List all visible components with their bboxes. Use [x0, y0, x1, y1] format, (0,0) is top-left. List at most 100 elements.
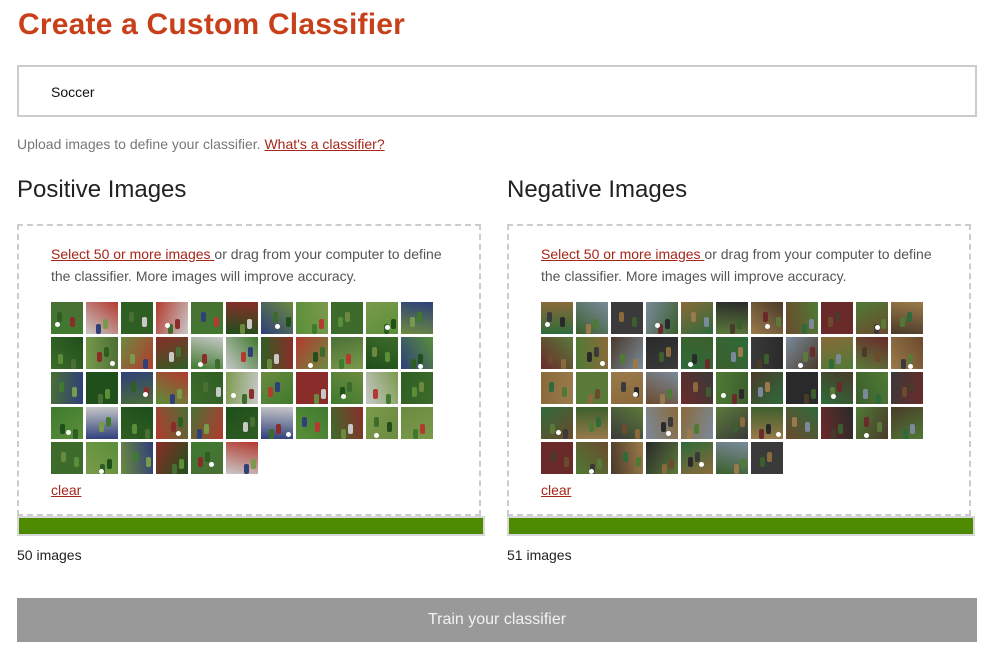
negative-thumbnail[interactable]	[751, 442, 783, 474]
negative-thumbnail[interactable]	[646, 442, 678, 474]
negative-dropzone[interactable]: Select 50 or more images or drag from yo…	[507, 224, 971, 516]
positive-thumbnail[interactable]	[156, 337, 188, 369]
positive-thumbnail[interactable]	[401, 337, 433, 369]
positive-thumbnail[interactable]	[296, 337, 328, 369]
negative-thumbnail[interactable]	[681, 302, 713, 334]
negative-thumbnail[interactable]	[646, 407, 678, 439]
positive-thumbnail[interactable]	[226, 372, 258, 404]
negative-thumbnail[interactable]	[611, 302, 643, 334]
positive-thumbnail[interactable]	[121, 302, 153, 334]
positive-thumbnail[interactable]	[191, 337, 223, 369]
positive-thumbnail[interactable]	[86, 337, 118, 369]
negative-thumbnail[interactable]	[541, 442, 573, 474]
positive-thumbnail[interactable]	[261, 302, 293, 334]
negative-thumbnail[interactable]	[786, 302, 818, 334]
negative-thumbnail[interactable]	[541, 337, 573, 369]
positive-thumbnail[interactable]	[226, 337, 258, 369]
negative-thumbnail[interactable]	[576, 407, 608, 439]
negative-thumbnail[interactable]	[646, 337, 678, 369]
negative-thumbnail[interactable]	[751, 407, 783, 439]
positive-thumbnail[interactable]	[121, 407, 153, 439]
positive-thumbnail[interactable]	[51, 337, 83, 369]
negative-thumbnail[interactable]	[856, 407, 888, 439]
negative-thumbnail[interactable]	[716, 372, 748, 404]
negative-thumbnail[interactable]	[541, 407, 573, 439]
negative-thumbnail[interactable]	[611, 407, 643, 439]
positive-thumbnail[interactable]	[296, 407, 328, 439]
negative-thumbnail[interactable]	[786, 337, 818, 369]
positive-thumbnail[interactable]	[51, 372, 83, 404]
positive-thumbnail[interactable]	[156, 442, 188, 474]
positive-thumbnail[interactable]	[121, 337, 153, 369]
positive-thumbnail[interactable]	[191, 442, 223, 474]
negative-thumbnail[interactable]	[646, 372, 678, 404]
train-classifier-button[interactable]: Train your classifier	[17, 598, 977, 642]
negative-thumbnail[interactable]	[821, 407, 853, 439]
negative-thumbnail[interactable]	[681, 442, 713, 474]
classifier-name-input[interactable]	[51, 81, 931, 103]
negative-thumbnail[interactable]	[681, 372, 713, 404]
negative-thumbnail[interactable]	[576, 337, 608, 369]
negative-thumbnail[interactable]	[856, 372, 888, 404]
positive-thumbnail[interactable]	[331, 372, 363, 404]
positive-thumbnail[interactable]	[51, 302, 83, 334]
negative-thumbnail[interactable]	[681, 407, 713, 439]
negative-thumbnail[interactable]	[576, 372, 608, 404]
positive-thumbnail[interactable]	[261, 337, 293, 369]
negative-thumbnail[interactable]	[541, 302, 573, 334]
negative-thumbnail[interactable]	[576, 442, 608, 474]
negative-thumbnail[interactable]	[716, 302, 748, 334]
negative-thumbnail[interactable]	[576, 302, 608, 334]
positive-thumbnail[interactable]	[366, 372, 398, 404]
negative-thumbnail[interactable]	[821, 337, 853, 369]
positive-dropzone[interactable]: Select 50 or more images or drag from yo…	[17, 224, 481, 516]
negative-thumbnail[interactable]	[856, 302, 888, 334]
classifier-name-field[interactable]	[17, 65, 977, 117]
positive-thumbnail[interactable]	[331, 407, 363, 439]
negative-clear-link[interactable]: clear	[541, 482, 571, 498]
positive-thumbnail[interactable]	[156, 302, 188, 334]
negative-thumbnail[interactable]	[891, 302, 923, 334]
negative-thumbnail[interactable]	[891, 337, 923, 369]
positive-thumbnail[interactable]	[261, 372, 293, 404]
negative-thumbnail[interactable]	[716, 442, 748, 474]
positive-thumbnail[interactable]	[51, 442, 83, 474]
positive-thumbnail[interactable]	[261, 407, 293, 439]
negative-thumbnail[interactable]	[751, 337, 783, 369]
negative-thumbnail[interactable]	[751, 372, 783, 404]
negative-thumbnail[interactable]	[611, 337, 643, 369]
positive-thumbnail[interactable]	[401, 302, 433, 334]
positive-thumbnail[interactable]	[401, 372, 433, 404]
negative-thumbnail[interactable]	[716, 337, 748, 369]
positive-thumbnail[interactable]	[191, 372, 223, 404]
positive-thumbnail[interactable]	[86, 302, 118, 334]
positive-thumbnail[interactable]	[226, 302, 258, 334]
negative-thumbnail[interactable]	[611, 442, 643, 474]
positive-thumbnail[interactable]	[296, 302, 328, 334]
positive-thumbnail[interactable]	[191, 407, 223, 439]
negative-select-images-link[interactable]: Select 50 or more images	[541, 246, 704, 262]
negative-thumbnail[interactable]	[716, 407, 748, 439]
positive-select-images-link[interactable]: Select 50 or more images	[51, 246, 214, 262]
negative-thumbnail[interactable]	[786, 372, 818, 404]
positive-thumbnail[interactable]	[191, 302, 223, 334]
positive-thumbnail[interactable]	[331, 337, 363, 369]
positive-thumbnail[interactable]	[86, 442, 118, 474]
negative-thumbnail[interactable]	[611, 372, 643, 404]
negative-thumbnail[interactable]	[786, 407, 818, 439]
negative-thumbnail[interactable]	[891, 372, 923, 404]
positive-thumbnail[interactable]	[296, 372, 328, 404]
positive-thumbnail[interactable]	[366, 407, 398, 439]
positive-thumbnail[interactable]	[156, 372, 188, 404]
negative-thumbnail[interactable]	[751, 302, 783, 334]
negative-thumbnail[interactable]	[681, 337, 713, 369]
negative-thumbnail[interactable]	[646, 302, 678, 334]
positive-thumbnail[interactable]	[121, 442, 153, 474]
negative-thumbnail[interactable]	[821, 302, 853, 334]
negative-thumbnail[interactable]	[856, 337, 888, 369]
positive-thumbnail[interactable]	[401, 407, 433, 439]
whats-a-classifier-link[interactable]: What's a classifier?	[264, 136, 384, 152]
negative-thumbnail[interactable]	[821, 372, 853, 404]
negative-thumbnail[interactable]	[541, 372, 573, 404]
positive-thumbnail[interactable]	[156, 407, 188, 439]
